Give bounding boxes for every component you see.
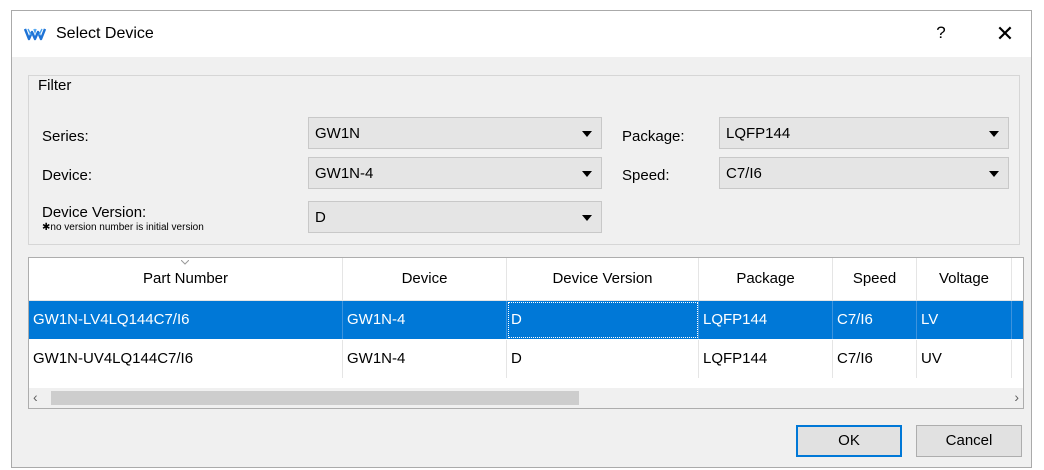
device-version-value: D <box>315 209 326 226</box>
title-bar: Select Device ? ✕ <box>12 11 1031 57</box>
device-version-label: Device Version: <box>42 204 147 221</box>
column-header-voltage[interactable]: Voltage <box>917 258 1012 300</box>
speed-value: C7/I6 <box>726 165 762 182</box>
select-device-dialog: Select Device ? ✕ Filter Series: GW1N De… <box>11 10 1032 468</box>
cell-speed: C7/I6 <box>833 340 917 378</box>
chevron-down-icon <box>989 171 999 177</box>
column-header-device[interactable]: Device <box>343 258 507 300</box>
cell-device-version: D <box>507 340 699 378</box>
table-row[interactable]: GW1N-UV4LQ144C7/I6 GW1N-4 D LQFP144 C7/I… <box>29 340 1023 378</box>
cell-part-number: GW1N-UV4LQ144C7/I6 <box>29 340 343 378</box>
column-header-package[interactable]: Package <box>699 258 833 300</box>
chevron-down-icon <box>582 131 592 137</box>
gowin-logo-icon <box>24 28 46 41</box>
chevron-down-icon <box>582 215 592 221</box>
chevron-down-icon <box>989 131 999 137</box>
device-version-note: ✱no version number is initial version <box>42 222 204 233</box>
cell-voltage: LV <box>917 301 1012 339</box>
package-dropdown[interactable]: LQFP144 <box>719 117 1009 149</box>
device-version-dropdown[interactable]: D <box>308 201 602 233</box>
column-header-device-version[interactable]: Device Version <box>507 258 699 300</box>
filter-legend: Filter <box>34 77 76 94</box>
cell-device: GW1N-4 <box>343 340 507 378</box>
dialog-title: Select Device <box>56 25 154 42</box>
column-header-speed[interactable]: Speed <box>833 258 917 300</box>
device-label: Device: <box>42 167 93 184</box>
speed-dropdown[interactable]: C7/I6 <box>719 157 1009 189</box>
series-dropdown[interactable]: GW1N <box>308 117 602 149</box>
package-value: LQFP144 <box>726 125 791 142</box>
cell-device: GW1N-4 <box>343 301 507 339</box>
table-header: Part Number Device Device Version Packag… <box>29 258 1023 301</box>
ok-button[interactable]: OK <box>796 425 902 457</box>
cancel-button[interactable]: Cancel <box>916 425 1022 457</box>
scrollbar-thumb[interactable] <box>51 391 579 405</box>
speed-label: Speed: <box>622 167 670 184</box>
table-row[interactable]: GW1N-LV4LQ144C7/I6 GW1N-4 D LQFP144 C7/I… <box>29 301 1023 339</box>
scroll-left-icon[interactable]: ‹ <box>33 389 38 405</box>
device-value: GW1N-4 <box>315 165 374 182</box>
cell-part-number: GW1N-LV4LQ144C7/I6 <box>29 301 343 339</box>
cell-package: LQFP144 <box>699 301 833 339</box>
horizontal-scrollbar[interactable]: ‹ › <box>29 388 1023 408</box>
cell-package: LQFP144 <box>699 340 833 378</box>
device-dropdown[interactable]: GW1N-4 <box>308 157 602 189</box>
package-label: Package: <box>622 128 685 145</box>
cell-speed: C7/I6 <box>833 301 917 339</box>
cell-voltage: UV <box>917 340 1012 378</box>
column-header-part-number[interactable]: Part Number <box>29 258 343 300</box>
help-button[interactable]: ? <box>929 23 953 45</box>
chevron-down-icon <box>582 171 592 177</box>
series-value: GW1N <box>315 125 360 142</box>
series-label: Series: <box>42 128 89 145</box>
sort-indicator-icon <box>180 260 189 265</box>
device-table[interactable]: Part Number Device Device Version Packag… <box>28 257 1024 409</box>
cell-device-version: D <box>507 301 699 339</box>
scroll-right-icon[interactable]: › <box>1014 389 1019 405</box>
close-button[interactable]: ✕ <box>992 21 1018 47</box>
